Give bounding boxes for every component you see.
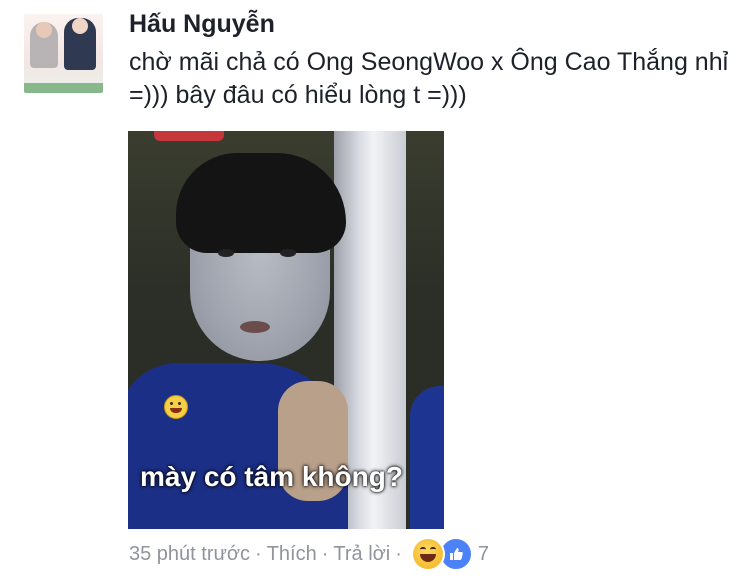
comment-meta-bar: 35 phút trước · Thích · Trả lời · 7 (129, 537, 489, 571)
reactions-summary[interactable] (410, 537, 473, 571)
comment-timestamp[interactable]: 35 phút trước (129, 543, 250, 566)
comment-photo[interactable]: mày có tâm không? (128, 131, 444, 529)
grinning-emoji-icon (164, 395, 188, 419)
avatar-figure-left (30, 22, 58, 68)
photo-eye-right (280, 249, 296, 257)
thumbs-up-icon (449, 548, 463, 560)
separator-dot: · (321, 542, 329, 565)
avatar-decorative-text (26, 66, 101, 80)
comment-text: chờ mãi chả có Ong SeongWoo x Ông Cao Th… (129, 48, 729, 109)
photo-shirt-right (410, 386, 444, 529)
photo-eye-left (218, 249, 234, 257)
reply-link[interactable]: Trả lời (333, 543, 390, 566)
avatar-strip (24, 83, 103, 93)
author-name[interactable]: Hấu Nguyễn (129, 10, 275, 39)
author-avatar[interactable] (24, 14, 103, 93)
photo-hair (176, 153, 346, 253)
avatar-figure-right (64, 18, 96, 70)
haha-reaction-icon (410, 537, 445, 571)
like-link[interactable]: Thích (267, 543, 317, 566)
reaction-count[interactable]: 7 (478, 543, 489, 566)
photo-show-logo (154, 131, 224, 141)
photo-caption: mày có tâm không? (140, 461, 403, 492)
separator-dot: · (255, 542, 262, 565)
separator-dot: · (395, 542, 402, 565)
photo-mouth (240, 321, 270, 333)
